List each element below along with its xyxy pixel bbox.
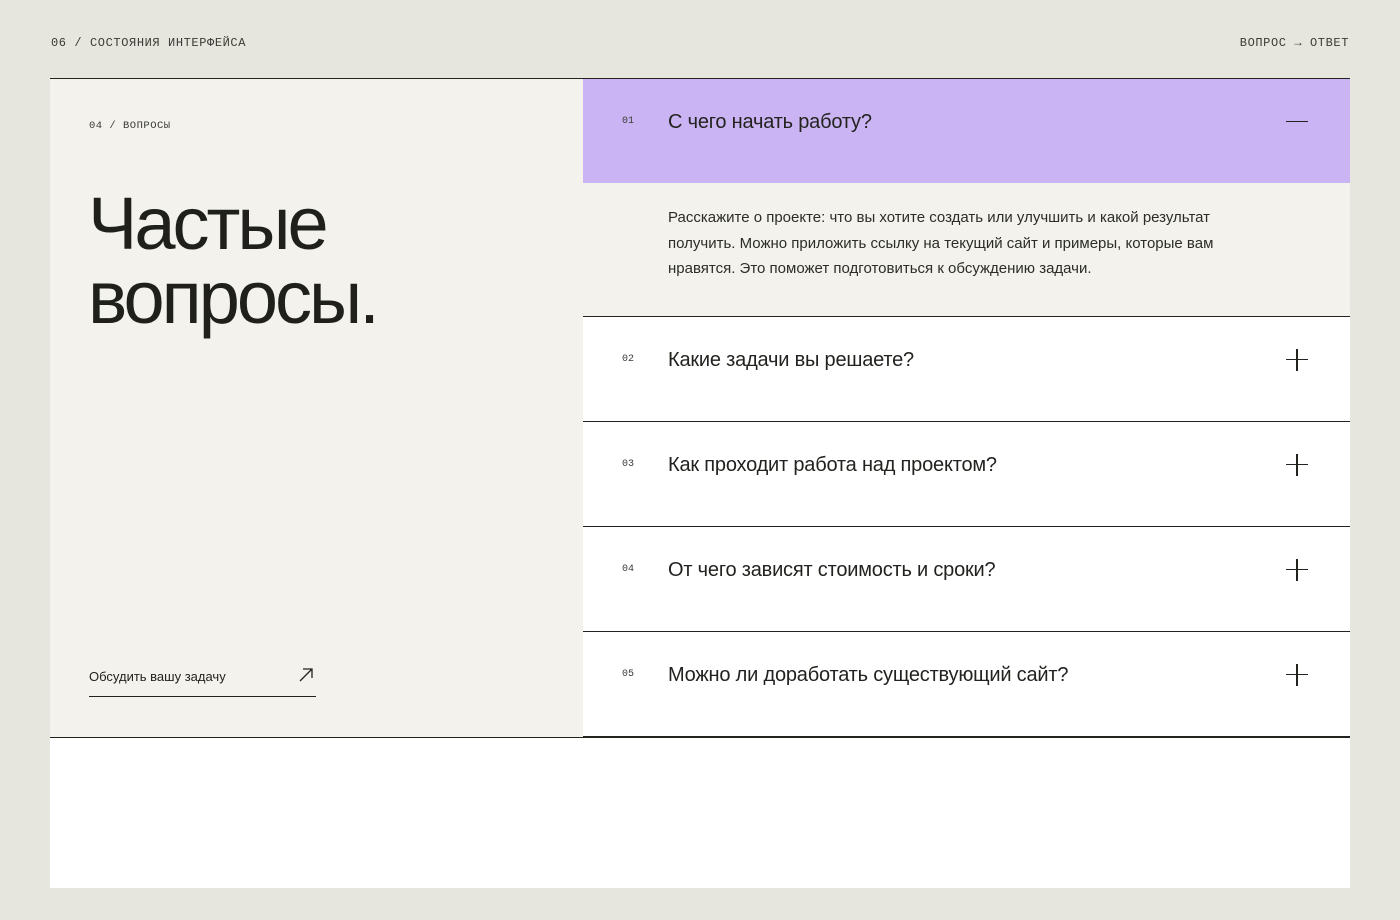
section-divider [50,737,1350,738]
section-label: 04 / ВОПРОСЫ [89,120,171,132]
discuss-task-link[interactable]: Обсудить вашу задачу [89,664,316,697]
faq-question-button-3[interactable]: 03 Как проходит работа над проектом? [583,422,1350,526]
arrow-up-right-icon [299,668,313,682]
plus-icon[interactable] [1286,664,1308,686]
faq-accordion: 01 С чего начать работу? Расскажите о пр… [583,79,1350,737]
minus-icon[interactable] [1286,111,1308,133]
page-title-line-2: вопросы. [88,256,380,339]
faq-question: Какие задачи вы решаете? [668,349,914,371]
faq-item-2: 02 Какие задачи вы решаете? [583,317,1350,422]
page-title-line-1: Частые [88,182,329,265]
faq-question: Можно ли доработать существующий сайт? [668,664,1069,686]
plus-icon[interactable] [1286,454,1308,476]
faq-question: От чего зависят стоимость и сроки? [668,559,996,581]
faq-number: 01 [622,116,635,127]
faq-question-button-4[interactable]: 04 От чего зависят стоимость и сроки? [583,527,1350,631]
faq-question-button-2[interactable]: 02 Какие задачи вы решаете? [583,317,1350,421]
faq-number: 04 [622,564,635,575]
page-title: Частые вопросы. [88,182,380,339]
faq-question-button-5[interactable]: 05 Можно ли доработать существующий сайт… [583,632,1350,736]
plus-icon[interactable] [1286,559,1308,581]
plus-icon[interactable] [1286,349,1308,371]
faq-frame: 04 / ВОПРОСЫ Частые вопросы. Обсудить ва… [50,78,1350,888]
faq-question: Как проходит работа над проектом? [668,454,997,476]
faq-question-button-1[interactable]: 01 С чего начать работу? [583,79,1350,183]
faq-number: 05 [622,669,635,680]
faq-question: С чего начать работу? [668,111,872,133]
faq-item-1: 01 С чего начать работу? Расскажите о пр… [583,79,1350,317]
faq-item-4: 04 От чего зависят стоимость и сроки? [583,527,1350,632]
faq-item-5: 05 Можно ли доработать существующий сайт… [583,632,1350,737]
faq-item-3: 03 Как проходит работа над проектом? [583,422,1350,527]
faq-answer: Расскажите о проекте: что вы хотите созд… [583,183,1350,316]
discuss-task-label: Обсудить вашу задачу [89,669,226,684]
intro-panel: 04 / ВОПРОСЫ Частые вопросы. Обсудить ва… [50,79,583,737]
breadcrumb-section: 06 / СОСТОЯНИЯ ИНТЕРФЕЙСА [51,36,247,50]
faq-number: 03 [622,459,635,470]
faq-number: 02 [622,354,635,365]
header-caption: ВОПРОС → ОТВЕТ [1239,36,1349,50]
